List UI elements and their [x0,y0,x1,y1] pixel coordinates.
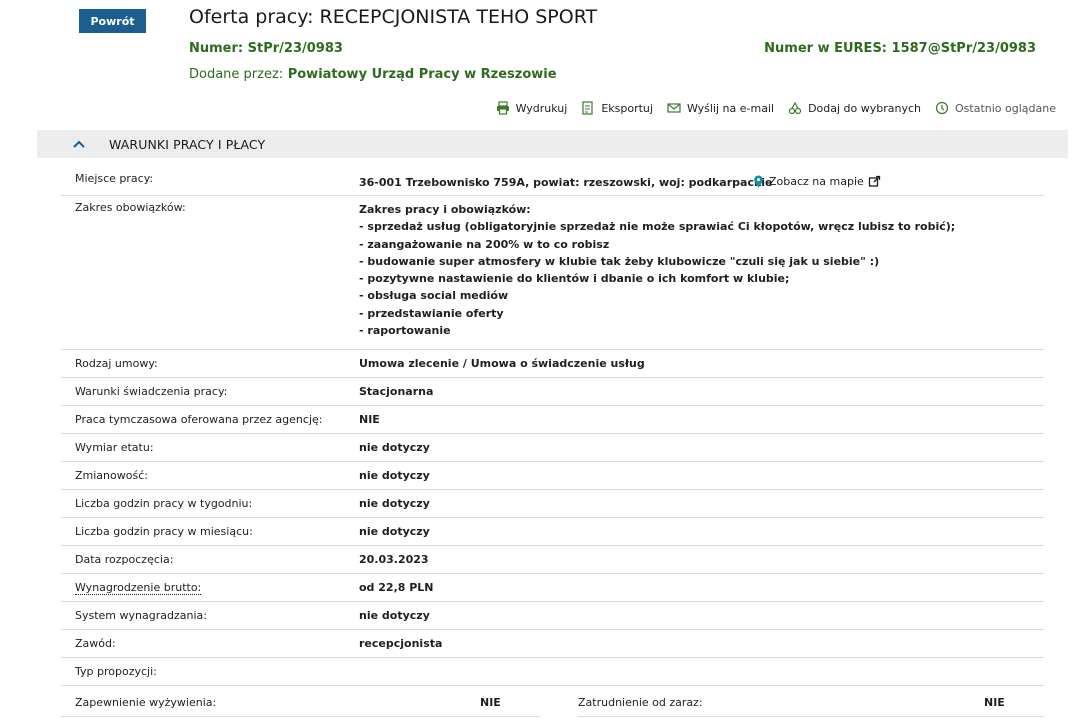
print-label: Wydrukuj [515,101,568,115]
eures-number-label: Numer w EURES: [764,41,887,56]
export-button[interactable]: Eksportuj [581,101,653,115]
back-button[interactable]: Powrót [79,9,146,33]
duty-line: - pozytywne nastawienie do klientów i db… [359,272,790,286]
row-value: Umowa zlecenie / Umowa o świadczenie usł… [359,357,645,370]
row-value: nie dotyczy [359,497,430,510]
row-label: Zatrudnienie od zaraz: [578,696,703,709]
row-label: Rodzaj umowy: [75,357,158,370]
export-label: Eksportuj [601,101,653,115]
row-label: Miejsce pracy: [75,172,154,185]
details-table: Miejsce pracy: 36-001 Trzebownisko 759A,… [61,166,1044,686]
row-meals: Zapewnienie wyżywienia: NIE [61,689,540,717]
page-title: Oferta pracy: RECEPCJONISTA TEHO SPORT [189,6,598,28]
eures-number-value: 1587@StPr/23/0983 [891,41,1036,56]
row-label: Liczba godzin pracy w miesiącu: [75,525,253,538]
row-workplace: Miejsce pracy: 36-001 Trzebownisko 759A,… [61,166,1044,196]
row-value: 20.03.2023 [359,553,429,566]
row-value: nie dotyczy [359,609,430,622]
duty-line: - zaangażowanie na 200% w to co robisz [359,237,610,251]
salary-label-tooltip[interactable]: Wynagrodzenie brutto: [75,581,202,595]
row-shifts: Zmianowość: nie dotyczy [61,462,1044,490]
section-header-work-conditions[interactable]: WARUNKI PRACY I PŁACY [37,130,1068,158]
row-value: NIE [984,696,1005,709]
row-label: Data rozpoczęcia: [75,553,174,566]
email-button[interactable]: Wyślij na e-mail [667,101,774,115]
row-value: od 22,8 PLN [359,581,434,594]
row-duties: Zakres obowiązków: Zakres pracy i obowią… [61,196,1044,350]
row-immediate-start: Zatrudnienie od zaraz: NIE [578,689,1044,717]
split-row: Zapewnienie wyżywienia: NIE Zatrudnienie… [61,689,1044,717]
row-occupation: Zawód: recepcjonista [61,630,1044,658]
row-label: Zakres obowiązków: [75,201,186,214]
row-offer-type: Typ propozycji: [61,658,1044,686]
section-title: WARUNKI PRACY I PŁACY [109,136,266,152]
offer-number: Numer: StPr/23/0983 [189,41,343,56]
row-salary: Wynagrodzenie brutto: od 22,8 PLN [61,574,1044,602]
recently-viewed-button[interactable]: Ostatnio oglądane [935,101,1056,115]
map-pin-icon [754,175,763,188]
row-label: Liczba godzin pracy w tygodniu: [75,497,253,510]
row-label: Zawód: [75,637,116,650]
row-label: System wynagradzania: [75,609,207,622]
row-value: nie dotyczy [359,441,430,454]
row-contract-type: Rodzaj umowy: Umowa zlecenie / Umowa o ś… [61,350,1044,378]
offer-number-value: StPr/23/0983 [247,41,343,56]
row-label: Wynagrodzenie brutto: [61,581,359,595]
row-value: 36-001 Trzebownisko 759A, powiat: rzeszo… [359,176,773,189]
duty-line: - obsługa social mediów [359,289,509,303]
favorites-icon [788,101,802,115]
row-label: Zmianowość: [75,469,148,482]
envelope-icon [667,103,681,113]
row-label: Zapewnienie wyżywienia: [75,696,217,709]
row-label: Typ propozycji: [75,665,157,678]
row-value: nie dotyczy [359,469,430,482]
duty-line: Zakres pracy i obowiązków: [359,203,531,216]
row-label: Praca tymczasowa oferowana przez agencję… [75,413,323,426]
added-by: Dodane przez: Powiatowy Urząd Pracy w Rz… [189,67,557,82]
offer-number-label: Numer: [189,41,244,56]
added-by-value: Powiatowy Urząd Pracy w Rzeszowie [287,67,557,82]
row-label: Warunki świadczenia pracy: [75,385,228,398]
row-work-conditions: Warunki świadczenia pracy: Stacjonarna [61,378,1044,406]
row-temp-agency: Praca tymczasowa oferowana przez agencję… [61,406,1044,434]
row-hours-week: Liczba godzin pracy w tygodniu: nie doty… [61,490,1044,518]
email-label: Wyślij na e-mail [686,101,775,115]
actions-toolbar: Wydrukuj Eksportuj Wyślij na e-mail Doda… [496,101,1056,115]
duty-line: - budowanie super atmosfery w klubie tak… [359,254,880,268]
add-to-favorites-button[interactable]: Dodaj do wybranych [788,101,921,115]
row-value: nie dotyczy [359,525,430,538]
row-start-date: Data rozpoczęcia: 20.03.2023 [61,546,1044,574]
duty-line: - raportowanie [359,324,451,338]
external-link-icon [868,175,880,187]
duty-line: - sprzedaż usług (obligatoryjnie sprzeda… [359,220,956,234]
print-button[interactable]: Wydrukuj [496,101,568,115]
map-link-label: Zobacz na mapie [769,175,864,188]
chevron-up-icon[interactable] [71,136,87,152]
export-icon [582,101,593,115]
row-work-time: Wymiar etatu: nie dotyczy [61,434,1044,462]
map-link[interactable]: Zobacz na mapie [752,175,881,188]
printer-icon [496,101,509,115]
clock-icon [935,101,949,115]
row-value: Stacjonarna [359,385,434,398]
row-hours-month: Liczba godzin pracy w miesiącu: nie doty… [61,518,1044,546]
duties-list: Zakres pracy i obowiązków: - sprzedaż us… [359,201,1044,339]
duty-line: - przedstawianie oferty [359,306,504,320]
row-pay-system: System wynagradzania: nie dotyczy [61,602,1044,630]
added-by-label: Dodane przez: [189,67,284,82]
eures-number: Numer w EURES: 1587@StPr/23/0983 [764,41,1036,56]
row-value: NIE [359,413,380,426]
row-label: Wymiar etatu: [75,441,154,454]
recently-viewed-label: Ostatnio oglądane [955,101,1056,115]
row-value: recepcjonista [359,637,443,650]
favorites-label: Dodaj do wybranych [808,101,922,115]
row-value: NIE [480,696,501,709]
